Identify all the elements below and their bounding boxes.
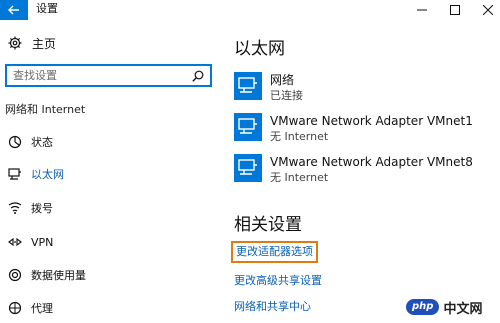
settings-window: 设置 主页 查找设置 网络和 Internet 状态 以太网 拨号 VPN 数据…: [0, 0, 500, 323]
data-usage-icon: [8, 268, 22, 282]
network-item[interactable]: 网络 已连接: [234, 72, 494, 108]
network-name: VMware Network Adapter VMnet1: [270, 114, 473, 128]
home-nav-item[interactable]: 主页: [8, 34, 56, 52]
ethernet-icon: [8, 168, 21, 180]
status-icon: [8, 135, 22, 149]
change-advanced-sharing-link[interactable]: 更改高级共享设置: [234, 274, 322, 288]
sidebar-item-status[interactable]: 状态: [0, 131, 220, 153]
back-arrow-icon: [8, 5, 19, 15]
watermark-badge: php: [406, 299, 440, 315]
dialup-icon: [8, 202, 22, 214]
sidebar-item-data-usage[interactable]: 数据使用量: [0, 264, 220, 286]
sidebar-item-label: VPN: [31, 235, 54, 249]
network-sharing-center-link[interactable]: 网络和共享中心: [234, 300, 311, 314]
proxy-icon: [8, 301, 22, 315]
sidebar-item-label: 代理: [31, 302, 53, 315]
maximize-button[interactable]: [440, 0, 470, 20]
search-placeholder: 查找设置: [13, 69, 57, 82]
vpn-icon: [8, 237, 22, 247]
sidebar-item-ethernet[interactable]: 以太网: [0, 163, 220, 185]
network-status: 无 Internet: [270, 171, 329, 184]
change-adapter-options-link[interactable]: 更改适配器选项: [231, 241, 318, 263]
title-bar: 设置: [0, 0, 500, 20]
sidebar-item-label: 以太网: [31, 168, 64, 181]
network-adapter-icon: [234, 72, 262, 100]
network-name: VMware Network Adapter VMnet8: [270, 155, 473, 169]
minimize-icon: [417, 9, 427, 11]
search-input[interactable]: 查找设置: [5, 64, 212, 87]
network-name: 网络: [270, 73, 295, 87]
network-item[interactable]: VMware Network Adapter VMnet1 无 Internet: [234, 113, 494, 149]
close-icon: [483, 5, 493, 15]
network-adapter-icon: [234, 154, 262, 182]
network-item[interactable]: VMware Network Adapter VMnet8 无 Internet: [234, 154, 494, 190]
related-settings-title: 相关设置: [234, 215, 302, 235]
sidebar-item-label: 状态: [31, 136, 53, 149]
network-adapter-icon: [234, 113, 262, 141]
watermark: php 中文网: [406, 296, 482, 318]
network-status: 无 Internet: [270, 130, 329, 143]
sidebar-item-dialup[interactable]: 拨号: [0, 197, 220, 219]
sidebar-section-title: 网络和 Internet: [5, 103, 86, 116]
close-button[interactable]: [473, 0, 500, 20]
page-title: 以太网: [234, 39, 285, 59]
watermark-text: 中文网: [443, 301, 483, 317]
sidebar-item-proxy[interactable]: 代理: [0, 297, 220, 319]
maximize-icon: [450, 5, 460, 15]
home-label: 主页: [32, 36, 57, 51]
search-icon[interactable]: [192, 70, 204, 82]
network-status: 已连接: [270, 89, 303, 102]
window-title: 设置: [36, 2, 58, 15]
back-button[interactable]: [0, 0, 28, 20]
minimize-button[interactable]: [407, 0, 437, 20]
sidebar-item-label: 数据使用量: [31, 269, 86, 282]
gear-icon: [8, 36, 22, 50]
sidebar-item-label: 拨号: [31, 202, 53, 215]
sidebar-item-vpn[interactable]: VPN: [0, 231, 220, 253]
